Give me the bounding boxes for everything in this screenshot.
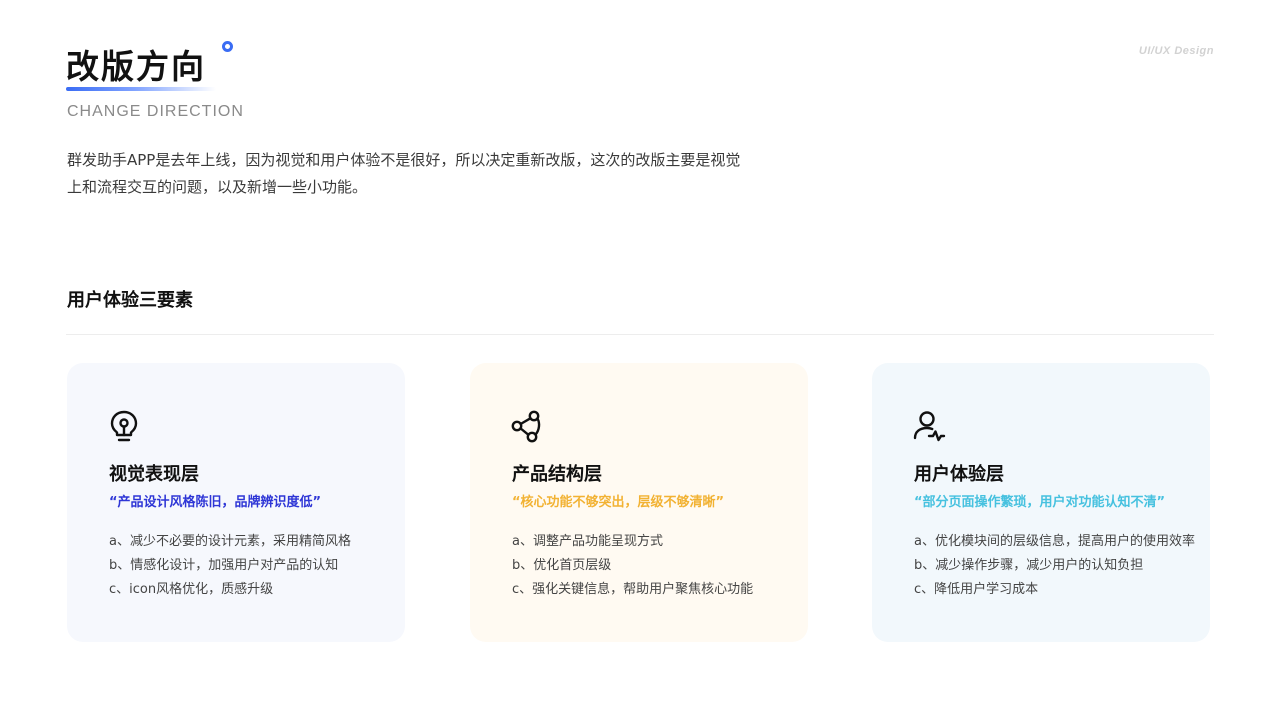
card-list: a、优化模块间的层级信息，提高用户的使用效率 b、减少操作步骤，减少用户的认知负… (914, 530, 1195, 602)
card-list: a、减少不必要的设计元素，采用精简风格 b、情感化设计，加强用户对产品的认知 c… (109, 530, 351, 602)
user-icon (912, 409, 946, 445)
intro-paragraph: 群发助手APP是去年上线，因为视觉和用户体验不是很好，所以决定重新改版，这次的改… (67, 147, 797, 201)
title-dot-decoration (222, 41, 233, 52)
list-item: b、减少操作步骤，减少用户的认知负担 (914, 558, 1144, 573)
intro-line: 上和流程交互的问题，以及新增一些小功能。 (67, 178, 368, 196)
card-quote: “产品设计风格陈旧，品牌辨识度低” (109, 495, 322, 510)
lightbulb-icon (107, 409, 141, 445)
list-item: b、情感化设计，加强用户对产品的认知 (109, 558, 339, 573)
card-title: 视觉表现层 (109, 464, 199, 485)
list-item: a、优化模块间的层级信息，提高用户的使用效率 (914, 534, 1195, 549)
section-title: 用户体验三要素 (67, 290, 193, 311)
card-title: 用户体验层 (914, 464, 1004, 485)
title-underline (66, 87, 216, 91)
list-item: b、优化首页层级 (512, 558, 612, 573)
card-title: 产品结构层 (512, 464, 602, 485)
list-item: c、降低用户学习成本 (914, 582, 1039, 597)
card-quote: “核心功能不够突出，层级不够清晰” (512, 495, 725, 510)
brand-label: UI/UX Design (1138, 45, 1214, 57)
list-item: a、减少不必要的设计元素，采用精简风格 (109, 534, 351, 549)
page-subtitle: CHANGE DIRECTION (67, 103, 244, 120)
section-divider (66, 334, 1214, 335)
list-item: a、调整产品功能呈现方式 (512, 534, 663, 549)
card-experience-layer: 用户体验层 “部分页面操作繁琐，用户对功能认知不清” a、优化模块间的层级信息，… (872, 363, 1210, 642)
list-item: c、icon风格优化，质感升级 (109, 582, 274, 597)
list-item: c、强化关键信息，帮助用户聚焦核心功能 (512, 582, 754, 597)
card-visual-layer: 视觉表现层 “产品设计风格陈旧，品牌辨识度低” a、减少不必要的设计元素，采用精… (67, 363, 405, 642)
card-quote: “部分页面操作繁琐，用户对功能认知不清” (914, 495, 1166, 510)
intro-line: 群发助手APP是去年上线，因为视觉和用户体验不是很好，所以决定重新改版，这次的改… (67, 151, 741, 169)
card-structure-layer: 产品结构层 “核心功能不够突出，层级不够清晰” a、调整产品功能呈现方式 b、优… (470, 363, 808, 642)
network-nodes-icon (510, 409, 544, 445)
card-list: a、调整产品功能呈现方式 b、优化首页层级 c、强化关键信息，帮助用户聚焦核心功… (512, 530, 753, 602)
page-title: 改版方向 (66, 47, 206, 86)
